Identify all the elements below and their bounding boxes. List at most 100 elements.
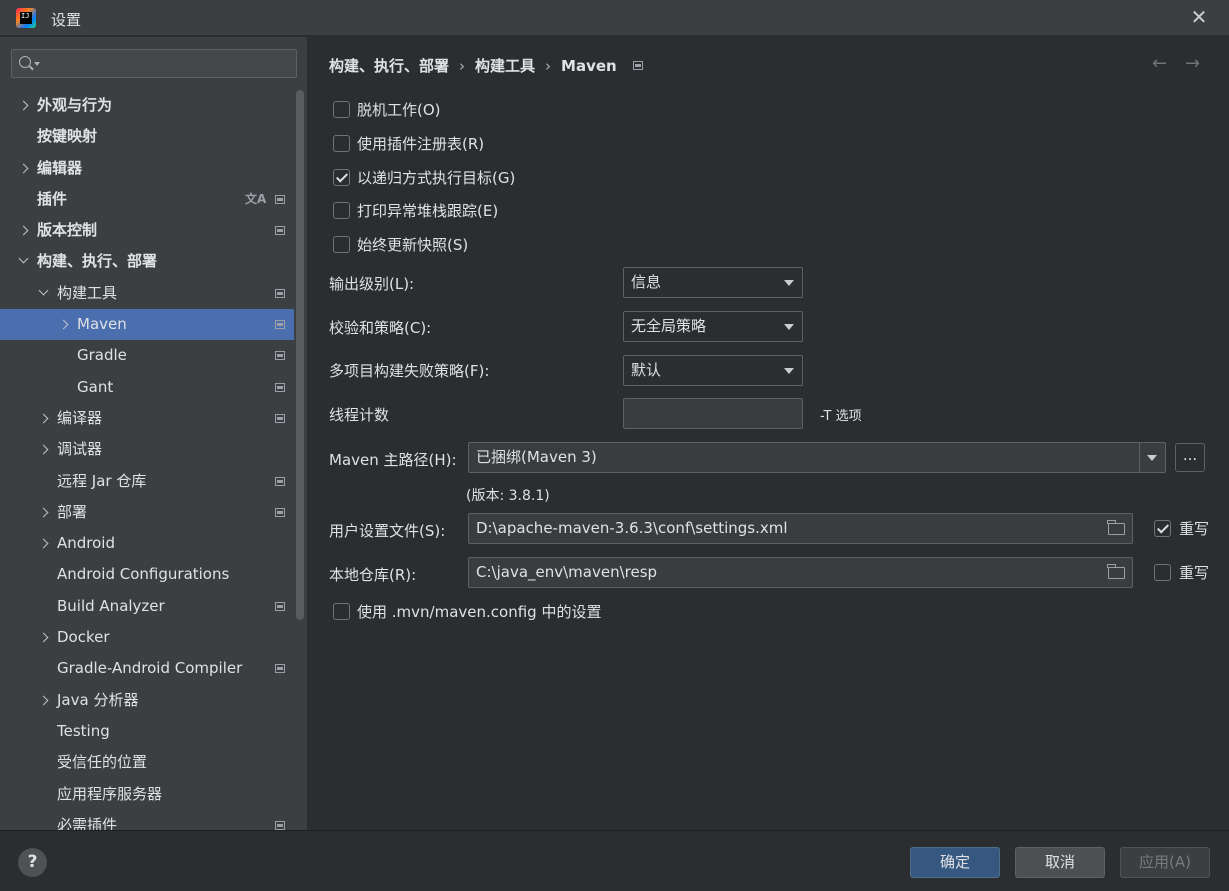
sidebar-item[interactable]: Java 分析器 [0, 685, 294, 716]
sidebar-item-label: 构建、执行、部署 [37, 252, 158, 271]
sidebar-item[interactable]: 受信任的位置 [0, 747, 294, 778]
sidebar-item-label: Gradle-Android Compiler [57, 659, 243, 678]
offline-checkbox[interactable] [333, 101, 350, 118]
sidebar-item[interactable]: 外观与行为 [0, 90, 294, 121]
user-settings-override-checkbox[interactable] [1154, 520, 1171, 537]
project-level-icon [275, 194, 285, 204]
offline-label: 脱机工作(O) [357, 101, 441, 119]
sidebar-item[interactable]: 编辑器 [0, 153, 294, 184]
sidebar-item-label: 应用程序服务器 [57, 784, 163, 803]
settings-sidebar: 外观与行为 按键映射 编辑器 插件 文A 版本控制构建、执行、部署构建工具 Maven Gra… [0, 37, 307, 830]
chevron-right-icon[interactable] [58, 319, 69, 330]
sidebar-item[interactable]: Android [0, 528, 294, 559]
sidebar-item[interactable]: 远程 Jar 仓库 [0, 466, 294, 497]
local-repo-value: C:\java_env\maven\resp [476, 563, 658, 581]
sidebar-item-label: 远程 Jar 仓库 [57, 471, 147, 490]
search-box[interactable] [11, 49, 297, 78]
maven-settings-panel: 构建、执行、部署 › 构建工具 › Maven ← → 脱机工作(O) 使用插件注册表(… [307, 37, 1229, 830]
maven-version-text: (版本: 3.8.1) [466, 488, 550, 504]
sidebar-item[interactable]: 构建工具 [0, 278, 294, 309]
sidebar-item[interactable]: 应用程序服务器 [0, 779, 294, 810]
sidebar-item-label: Build Analyzer [57, 596, 165, 615]
project-level-icon [632, 61, 643, 70]
sidebar-item[interactable]: Android Configurations [0, 559, 294, 590]
thread-count-label: 线程计数 [329, 406, 390, 424]
apply-button[interactable]: 应用(A) [1120, 847, 1210, 878]
maven-home-select[interactable]: 已捆绑(Maven 3) [468, 442, 1166, 473]
sidebar-item[interactable]: 必需插件 [0, 810, 294, 830]
checksum-policy-select[interactable]: 无全局策略 [623, 311, 803, 342]
multiproject-failure-select[interactable]: 默认 [623, 355, 803, 386]
combo-divider [1139, 443, 1140, 472]
chevron-right-icon[interactable] [38, 507, 49, 518]
chevron-right-icon[interactable] [38, 444, 49, 455]
sidebar-item[interactable]: Gant [0, 372, 294, 403]
sidebar-item-label: Maven [77, 315, 127, 334]
breadcrumb-build-tools[interactable]: 构建工具 [475, 55, 535, 76]
always-update-checkbox[interactable] [333, 236, 350, 253]
search-history-dropdown-icon[interactable] [34, 62, 40, 66]
local-repo-override-checkbox[interactable] [1154, 564, 1171, 581]
user-settings-input[interactable]: D:\apache-maven-3.6.3\conf\settings.xml [468, 513, 1133, 544]
sidebar-item[interactable]: 部署 [0, 497, 294, 528]
chevron-right-icon[interactable] [18, 225, 29, 236]
chevron-right-icon[interactable] [38, 632, 49, 643]
sidebar-item[interactable]: 构建、执行、部署 [0, 246, 294, 277]
sidebar-item[interactable]: Testing [0, 716, 294, 747]
chevron-right-icon[interactable] [18, 100, 29, 111]
local-repo-input[interactable]: C:\java_env\maven\resp [468, 557, 1133, 588]
sidebar-item-label: Android Configurations [57, 565, 230, 584]
sidebar-item[interactable]: 按键映射 [0, 121, 294, 152]
recursive-label: 以递归方式执行目标(G) [357, 169, 516, 187]
chevron-down-icon [784, 280, 794, 286]
title-bar: IJ 设置 ✕ [0, 0, 1229, 36]
forward-arrow-icon[interactable]: → [1185, 53, 1200, 74]
sidebar-item-label: 部署 [57, 502, 88, 521]
local-repo-folder-icon[interactable] [1107, 564, 1125, 579]
output-level-value: 信息 [631, 273, 662, 291]
search-input[interactable] [46, 53, 286, 74]
help-button[interactable]: ? [18, 848, 47, 877]
print-stack-checkbox[interactable] [333, 202, 350, 219]
breadcrumb-build-execution-deployment[interactable]: 构建、执行、部署 [329, 55, 449, 76]
sidebar-item[interactable]: Build Analyzer [0, 591, 294, 622]
user-settings-folder-icon[interactable] [1107, 520, 1125, 535]
sidebar-item[interactable]: Gradle-Android Compiler [0, 653, 294, 684]
sidebar-scrollbar[interactable] [296, 90, 304, 620]
thread-count-input[interactable] [623, 398, 803, 429]
sidebar-item[interactable]: 插件 文A [0, 184, 294, 215]
chevron-right-icon[interactable] [38, 538, 49, 549]
sidebar-item[interactable]: 版本控制 [0, 215, 294, 246]
sidebar-item[interactable]: 调试器 [0, 434, 294, 465]
project-level-icon [275, 507, 285, 517]
sidebar-item[interactable]: Gradle [0, 340, 294, 371]
settings-tree: 外观与行为 按键映射 编辑器 插件 文A 版本控制构建、执行、部署构建工具 Maven Gra… [0, 90, 294, 830]
project-level-icon [275, 382, 285, 392]
sidebar-item-label: 插件 [37, 189, 68, 208]
checksum-policy-value: 无全局策略 [631, 317, 707, 335]
project-level-icon [275, 820, 285, 830]
chevron-down-icon[interactable] [38, 285, 49, 296]
back-arrow-icon[interactable]: ← [1152, 53, 1167, 74]
maven-home-browse-button[interactable]: ... [1175, 443, 1205, 472]
sidebar-item[interactable]: Maven [0, 309, 294, 341]
output-level-label: 输出级别(L): [329, 275, 415, 293]
output-level-select[interactable]: 信息 [623, 267, 803, 298]
chevron-down-icon [1147, 455, 1157, 461]
sidebar-item-label: Gradle [77, 346, 127, 365]
plugin-registry-checkbox[interactable] [333, 135, 350, 152]
sidebar-item[interactable]: Docker [0, 622, 294, 653]
chevron-right-icon[interactable] [18, 163, 29, 174]
project-level-icon [275, 413, 285, 423]
chevron-down-icon[interactable] [18, 254, 29, 264]
project-level-icon [275, 476, 285, 486]
cancel-button[interactable]: 取消 [1015, 847, 1105, 878]
sidebar-item[interactable]: 编译器 [0, 403, 294, 434]
chevron-right-icon[interactable] [38, 695, 49, 706]
close-icon[interactable]: ✕ [1187, 6, 1211, 30]
chevron-right-icon[interactable] [38, 413, 49, 424]
recursive-checkbox[interactable] [333, 169, 350, 186]
sidebar-item-label: 受信任的位置 [57, 753, 148, 772]
mvn-config-checkbox[interactable] [333, 603, 350, 620]
ok-button[interactable]: 确定 [910, 847, 1000, 878]
